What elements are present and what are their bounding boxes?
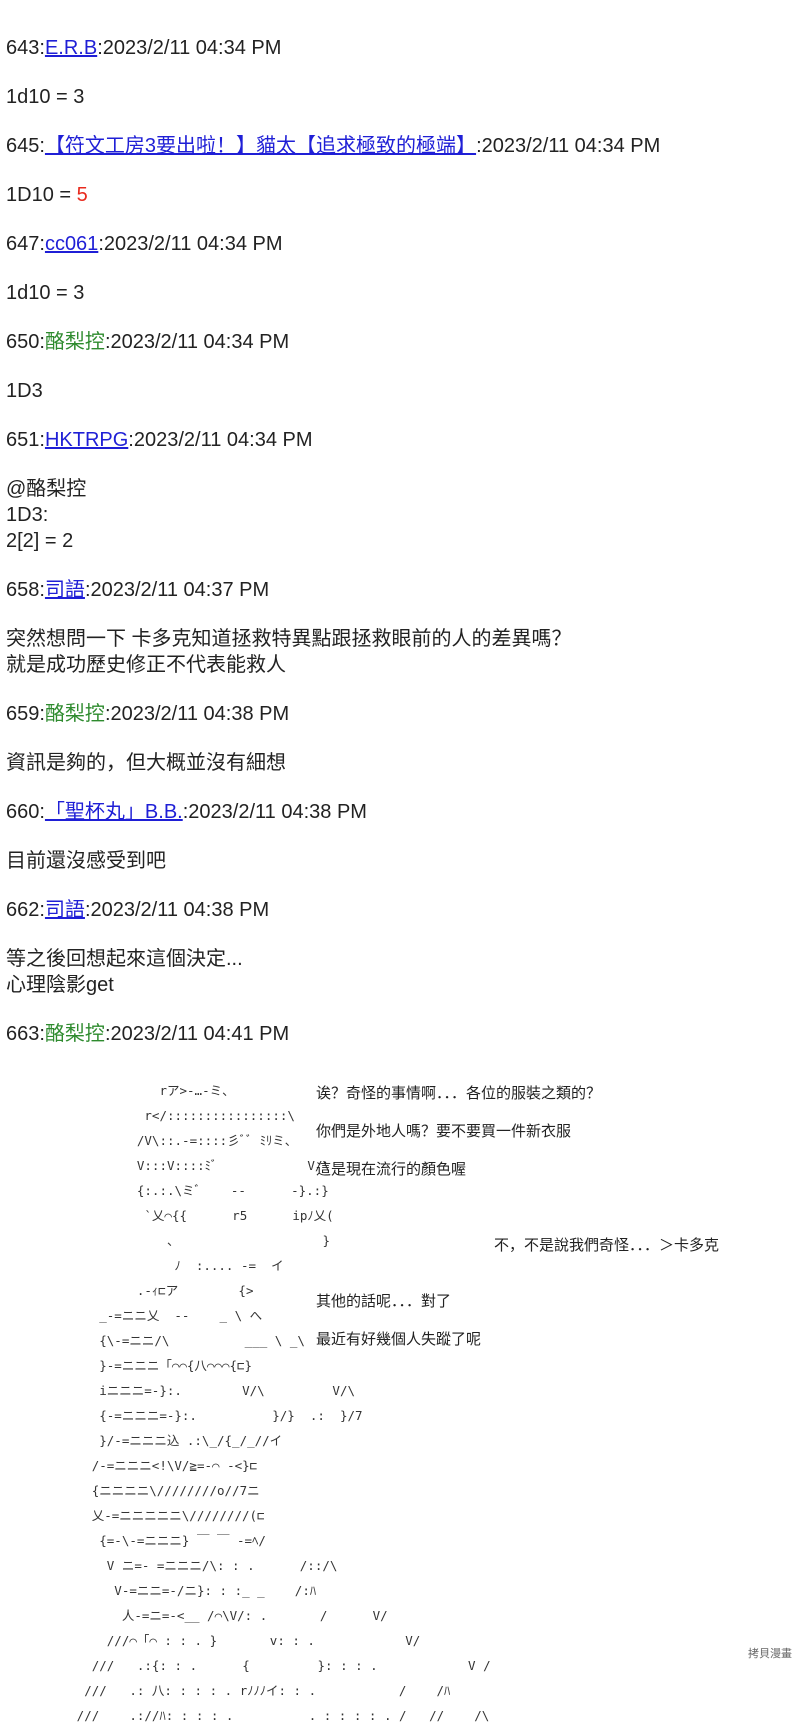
post-body: 目前還沒感受到吧 [6, 850, 166, 872]
post-660: 660:「聖杯丸」B.B.:2023/2/11 04:38 PM 目前還沒感受到… [6, 800, 794, 874]
post-header: 645:【符文工房3要出啦！】貓太【追求極致的極端】:2023/2/11 04:… [6, 135, 661, 157]
post-body: 1d10 = 3 [6, 84, 794, 110]
dialogue-line: 這是現在流行的顏色喔 [316, 1161, 467, 1178]
post-header: 651:HKTRPG:2023/2/11 04:34 PM [6, 429, 313, 451]
author-link[interactable]: HKTRPG [45, 429, 128, 451]
post-time: 2023/2/11 04:34 PM [110, 331, 290, 353]
post-header: 647:cc061:2023/2/11 04:34 PM [6, 233, 283, 255]
post-time: 2023/2/11 04:34 PM [133, 429, 313, 451]
dialogue-line: 你們是外地人嗎？要不要買一件新衣服 [316, 1123, 572, 1140]
post-header: 659:酪梨控:2023/2/11 04:38 PM [6, 703, 290, 725]
dice-expression: 1D10 = [6, 184, 77, 206]
dialogue-line: 最近有好幾個人失蹤了呢 [316, 1331, 482, 1348]
post-body: 1d10 = 3 [6, 280, 794, 306]
post-number: 643 [6, 37, 40, 59]
post-651: 651:HKTRPG:2023/2/11 04:34 PM @酪梨控 1D3: … [6, 428, 794, 554]
author-link[interactable]: cc061 [45, 233, 98, 255]
post-time: 2023/2/11 04:41 PM [110, 1023, 290, 1045]
post-body: @酪梨控 1D3: 2[2] = 2 [6, 478, 87, 552]
post-body: 等之後回想起來這個決定... 心理陰影get [6, 948, 243, 996]
post-body: 1D10 = 5 [6, 182, 794, 208]
dice-expression: 1d10 = [6, 282, 74, 304]
post-header: 650:酪梨控:2023/2/11 04:34 PM [6, 331, 290, 353]
post-time: 2023/2/11 04:34 PM [481, 135, 661, 157]
post-body: 1D3 [6, 380, 43, 402]
post-663: 663:酪梨控:2023/2/11 04:41 PM [6, 1022, 794, 1046]
post-header: 643:E.R.B:2023/2/11 04:34 PM [6, 37, 282, 59]
post-number: 662 [6, 899, 40, 921]
author-link[interactable]: E.R.B [45, 37, 97, 59]
post-time: 2023/2/11 04:38 PM [90, 899, 270, 921]
post-number: 650 [6, 331, 40, 353]
dice-expression: 1d10 = [6, 86, 74, 108]
post-header: 660:「聖杯丸」B.B.:2023/2/11 04:38 PM [6, 801, 367, 823]
author-name: 酪梨控 [44, 331, 105, 353]
post-645: 645:【符文工房3要出啦！】貓太【追求極致的極端】:2023/2/11 04:… [6, 134, 794, 208]
dialogue-line: 诶？奇怪的事情啊．．．各位的服裝之類的？ [316, 1085, 602, 1102]
post-body: 突然想問一下 卡多克知道拯救特異點跟拯救眼前的人的差異嗎？ 就是成功歷史修正不代… [6, 628, 572, 676]
dialogue-line: 其他的話呢．．．對了 [316, 1293, 452, 1310]
dice-result: 3 [73, 282, 85, 304]
post-time: 2023/2/11 04:38 PM [110, 703, 290, 725]
dialogue-line: 不，不是說我們奇怪．．．＞卡多克 [494, 1237, 720, 1254]
author-name: 酪梨控 [44, 703, 105, 725]
post-number: 658 [6, 579, 40, 601]
post-number: 645 [6, 135, 40, 157]
post-number: 659 [6, 703, 40, 725]
author-link[interactable]: 司語 [45, 579, 85, 601]
dice-result: 3 [73, 86, 85, 108]
post-number: 660 [6, 801, 40, 823]
post-time: 2023/2/11 04:38 PM [188, 801, 367, 823]
post-time: 2023/2/11 04:37 PM [90, 579, 270, 601]
post-650: 650:酪梨控:2023/2/11 04:34 PM 1D3 [6, 330, 794, 404]
post-643: 643:E.R.B:2023/2/11 04:34 PM 1d10 = 3 [6, 36, 794, 110]
post-number: 663 [6, 1023, 40, 1045]
post-header: 662:司語:2023/2/11 04:38 PM [6, 899, 270, 921]
post-658: 658:司語:2023/2/11 04:37 PM 突然想問一下 卡多克知道拯救… [6, 578, 794, 678]
post-647: 647:cc061:2023/2/11 04:34 PM 1d10 = 3 [6, 232, 794, 306]
post-number: 647 [6, 233, 40, 255]
post-header: 658:司語:2023/2/11 04:37 PM [6, 579, 270, 601]
thread: 643:E.R.B:2023/2/11 04:34 PM 1d10 = 3 64… [6, 36, 794, 1046]
post-659: 659:酪梨控:2023/2/11 04:38 PM 資訊是夠的，但大概並沒有細… [6, 702, 794, 776]
dice-result: 5 [76, 184, 88, 206]
post-time: 2023/2/11 04:34 PM [102, 37, 282, 59]
post-number: 651 [6, 429, 40, 451]
post-662: 662:司語:2023/2/11 04:38 PM 等之後回想起來這個決定...… [6, 898, 794, 998]
post-body: 資訊是夠的，但大概並沒有細想 [6, 752, 286, 774]
watermark: 拷貝漫畫 [748, 1648, 792, 1660]
author-name: 酪梨控 [44, 1023, 105, 1045]
author-link[interactable]: 司語 [45, 899, 85, 921]
author-link[interactable]: 「聖杯丸」B.B. [45, 801, 183, 823]
ascii-art-panel: rア>-…-ミ、 r</::::::::::::::::\ /V\::.-=::… [24, 1078, 784, 1723]
author-link[interactable]: 【符文工房3要出啦！】貓太【追求極致的極端】 [45, 135, 476, 157]
post-header: 663:酪梨控:2023/2/11 04:41 PM [6, 1023, 290, 1045]
post-time: 2023/2/11 04:34 PM [103, 233, 283, 255]
